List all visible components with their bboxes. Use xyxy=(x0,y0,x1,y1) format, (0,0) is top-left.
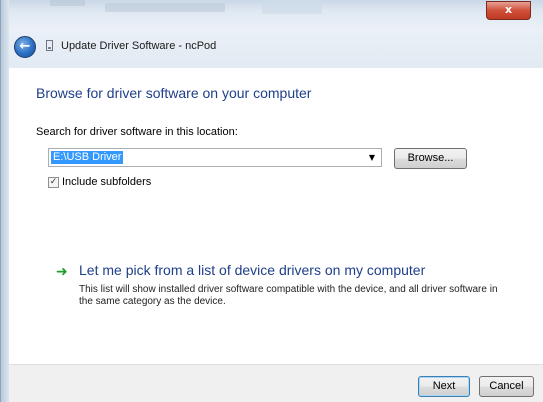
pick-from-list-description: This list will show installed driver sof… xyxy=(79,284,498,307)
window-frame-top: x xyxy=(0,0,543,28)
close-button[interactable]: x xyxy=(486,1,531,20)
cancel-button[interactable]: Cancel xyxy=(479,376,534,397)
browse-button[interactable]: Browse... xyxy=(394,148,467,169)
wizard-titlebar: ← Update Driver Software - ncPod xyxy=(9,28,543,68)
back-arrow-icon: ← xyxy=(19,39,31,54)
include-subfolders-label[interactable]: Include subfolders xyxy=(62,176,151,188)
background-blur xyxy=(105,3,225,12)
pick-from-list-link[interactable]: Let me pick from a list of device driver… xyxy=(79,262,425,278)
search-location-label: Search for driver software in this locat… xyxy=(36,126,238,138)
window-frame-left xyxy=(0,0,9,402)
include-subfolders-checkbox[interactable]: ✓ xyxy=(48,177,59,188)
wizard-footer: Next Cancel xyxy=(9,364,543,402)
checkmark-icon: ✓ xyxy=(49,177,58,187)
back-button[interactable]: ← xyxy=(14,36,36,58)
wizard-content: Browse for driver software on your compu… xyxy=(9,68,543,364)
dropdown-arrow-icon[interactable]: ▼ xyxy=(365,151,379,164)
path-input[interactable]: E:\USB Driver xyxy=(51,151,124,164)
next-button[interactable]: Next xyxy=(418,376,470,397)
green-arrow-icon[interactable]: ➜ xyxy=(56,264,68,280)
background-blur xyxy=(50,0,85,6)
path-combobox[interactable]: E:\USB Driver ▼ xyxy=(48,148,382,167)
background-blur xyxy=(262,0,322,14)
device-icon xyxy=(46,40,53,51)
page-heading: Browse for driver software on your compu… xyxy=(36,85,312,101)
window-title: Update Driver Software - ncPod xyxy=(61,40,217,52)
